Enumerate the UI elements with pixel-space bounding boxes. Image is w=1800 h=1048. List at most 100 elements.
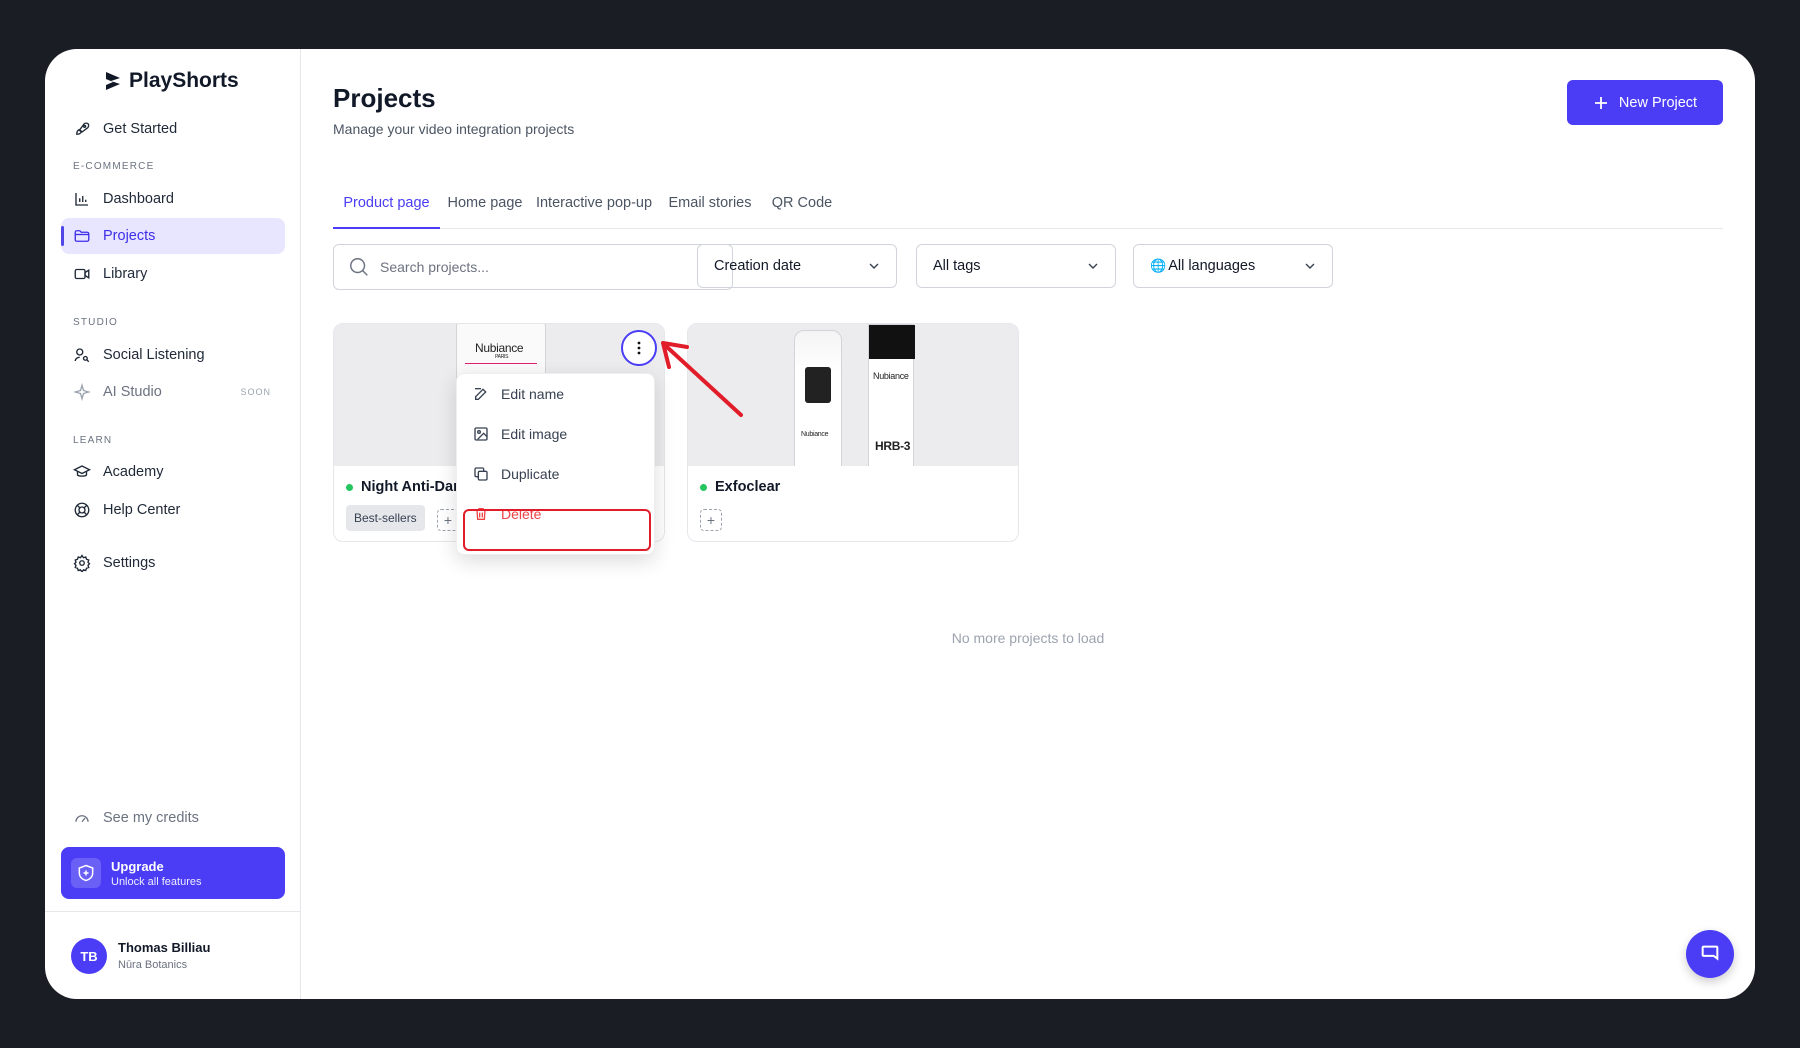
- product-name-label: HRB-3: [875, 439, 911, 453]
- user-name: Thomas Billiau: [118, 940, 211, 955]
- tab-qr-code[interactable]: QR Code: [762, 184, 842, 228]
- tags-select-value: All tags: [933, 258, 981, 274]
- product-image: Nubiance: [794, 330, 842, 466]
- sidebar-item-library[interactable]: Library: [61, 256, 285, 292]
- more-options-button[interactable]: [621, 330, 657, 366]
- shield-plus-icon: [71, 858, 101, 888]
- gear-icon: [73, 554, 91, 572]
- sidebar-item-dashboard[interactable]: Dashboard: [61, 181, 285, 217]
- brand-logo[interactable]: PlayShorts: [103, 69, 239, 93]
- image-icon: [474, 427, 488, 441]
- menu-item-edit-name[interactable]: Edit name: [457, 374, 654, 414]
- section-label-ecommerce: E-COMMERCE: [73, 161, 155, 172]
- rocket-icon: [76, 122, 90, 135]
- sidebar-item-label: Academy: [103, 464, 164, 480]
- sidebar-item-label: Settings: [103, 555, 156, 571]
- languages-select[interactable]: 🌐 All languages: [1133, 244, 1333, 288]
- section-label-learn: LEARN: [73, 435, 113, 446]
- new-project-label: New Project: [1618, 94, 1698, 111]
- project-title: Night Anti-Dark: [346, 479, 467, 495]
- sort-select[interactable]: Creation date: [697, 244, 897, 288]
- sidebar-item-social-listening[interactable]: Social Listening: [61, 337, 285, 373]
- sidebar-item-label: Projects: [103, 228, 156, 244]
- menu-item-label: Edit name: [501, 386, 565, 402]
- search-icon: [350, 258, 368, 276]
- app-window: PlayShorts Get Started E-COMMERCE Dashbo…: [45, 49, 1755, 999]
- soon-badge: SOON: [240, 387, 271, 397]
- menu-item-edit-image[interactable]: Edit image: [457, 414, 654, 454]
- brand-name: PlayShorts: [129, 69, 239, 92]
- avatar[interactable]: TB: [71, 938, 107, 974]
- sparkle-icon: [73, 383, 91, 401]
- sidebar-item-help-center[interactable]: Help Center: [61, 492, 285, 528]
- tab-email-stories[interactable]: Email stories: [658, 184, 762, 228]
- search-input[interactable]: [380, 259, 700, 275]
- lifebuoy-icon: [74, 502, 90, 518]
- annotation-highlight-box: [463, 509, 651, 551]
- bar-chart-icon: [75, 193, 88, 206]
- sidebar-item-label: Help Center: [103, 502, 181, 518]
- project-title-text: Exfoclear: [715, 479, 781, 495]
- sidebar-item-label: Dashboard: [103, 191, 174, 207]
- search-box: [333, 244, 733, 290]
- chat-bubble-icon: [1701, 945, 1719, 961]
- folder-icon: [74, 230, 90, 242]
- copy-icon: [474, 467, 488, 481]
- menu-item-label: Duplicate: [501, 466, 560, 482]
- new-project-button[interactable]: New Project: [1567, 80, 1723, 125]
- upgrade-subtitle: Unlock all features: [111, 875, 202, 888]
- playshorts-logo-icon: [106, 72, 120, 90]
- no-more-projects-text: No more projects to load: [951, 630, 1105, 646]
- chevron-down-icon: [1088, 263, 1098, 269]
- globe-icon: 🌐: [1150, 258, 1167, 273]
- project-title-text: Night Anti-Dark: [361, 479, 467, 495]
- sidebar-item-label: See my credits: [103, 810, 199, 826]
- add-tag-button[interactable]: +: [700, 509, 722, 531]
- annotation-arrow-icon: [661, 341, 743, 417]
- menu-item-duplicate[interactable]: Duplicate: [457, 454, 654, 494]
- sidebar-item-credits[interactable]: See my credits: [61, 800, 285, 836]
- project-title: Exfoclear: [700, 479, 780, 495]
- status-dot: [346, 483, 353, 491]
- status-dot: [700, 483, 707, 491]
- sidebar-item-label: Get Started: [103, 121, 178, 137]
- section-label-studio: STUDIO: [73, 317, 118, 328]
- tab-home-page[interactable]: Home page: [440, 184, 530, 228]
- chevron-down-icon: [1305, 263, 1315, 269]
- sidebar: PlayShorts Get Started E-COMMERCE Dashbo…: [45, 49, 301, 999]
- sidebar-item-ai-studio[interactable]: AI Studio SOON: [61, 374, 285, 410]
- languages-select-value: All languages: [1168, 258, 1256, 274]
- product-brand-label: Nubiance: [801, 431, 829, 438]
- product-brand-sub: PARIS: [495, 354, 509, 360]
- sidebar-item-label: Social Listening: [103, 347, 205, 363]
- graduation-cap-icon: [73, 465, 91, 477]
- tab-interactive-popup[interactable]: Interactive pop-up: [530, 184, 658, 228]
- menu-item-label: Edit image: [501, 426, 568, 442]
- video-icon: [74, 268, 90, 280]
- tag-badge[interactable]: Best-sellers: [346, 505, 425, 531]
- sidebar-item-academy[interactable]: Academy: [61, 454, 285, 490]
- user-search-icon: [74, 348, 90, 363]
- tab-product-page[interactable]: Product page: [333, 184, 440, 229]
- upgrade-title: Upgrade: [111, 858, 164, 874]
- chevron-down-icon: [869, 263, 879, 269]
- sidebar-item-get-started[interactable]: Get Started: [61, 111, 285, 147]
- sort-select-value: Creation date: [714, 258, 802, 274]
- plus-icon: [1594, 96, 1607, 109]
- more-vertical-icon: [637, 341, 641, 355]
- page-subtitle: Manage your video integration projects: [333, 121, 575, 137]
- edit-icon: [475, 388, 487, 400]
- divider: [45, 911, 301, 912]
- page-title: Projects: [333, 83, 436, 113]
- gauge-icon: [75, 815, 89, 823]
- product-image: Nubiance HRB-3: [868, 324, 915, 466]
- tags-select[interactable]: All tags: [916, 244, 1116, 288]
- upgrade-button[interactable]: Upgrade Unlock all features: [61, 847, 285, 899]
- chat-button[interactable]: [1686, 930, 1734, 978]
- sidebar-item-projects[interactable]: Projects: [61, 218, 285, 254]
- user-organization: Nūra Botanics: [118, 959, 188, 971]
- product-brand-label: Nubiance: [475, 341, 524, 355]
- sidebar-item-label: AI Studio: [103, 384, 162, 400]
- sidebar-item-settings[interactable]: Settings: [61, 545, 285, 581]
- project-tabs: Product page Home page Interactive pop-u…: [333, 184, 1723, 229]
